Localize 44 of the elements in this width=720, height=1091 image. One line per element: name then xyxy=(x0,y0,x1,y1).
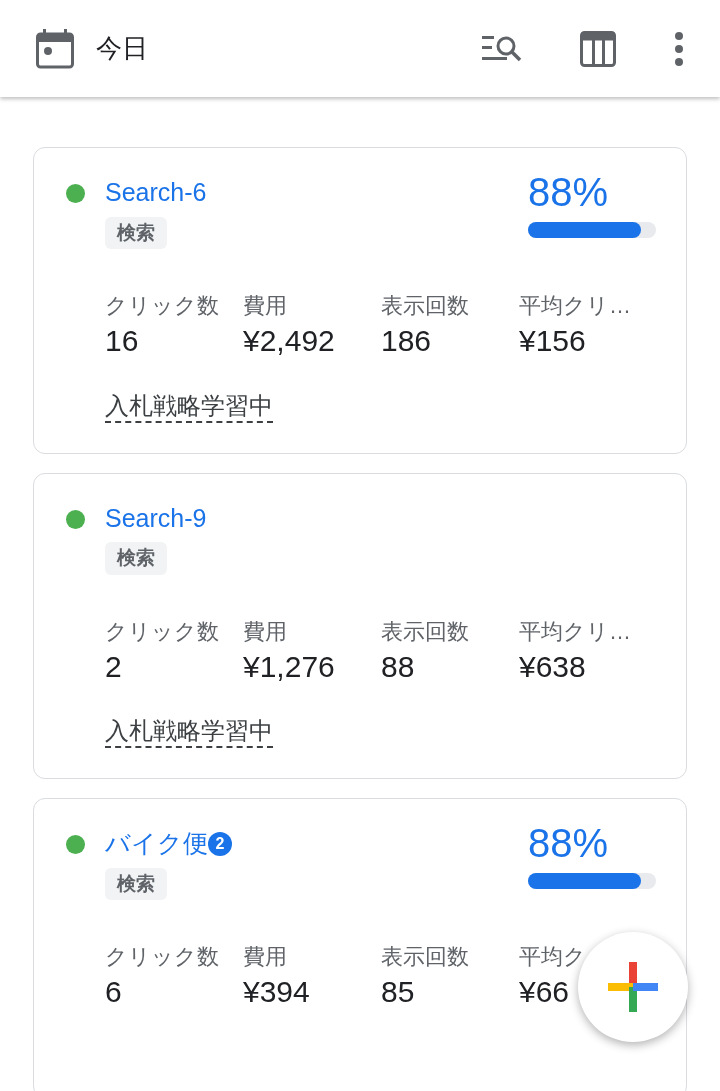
calendar-icon[interactable] xyxy=(36,28,74,69)
plus-icon xyxy=(608,962,658,1012)
metric-label: 平均ク xyxy=(519,943,586,972)
type-tag: 検索 xyxy=(105,867,167,901)
campaign-card[interactable]: バイク便 2 検索 88% クリック数 6 費用 ¥394 表示回数 85 平均ク ¥66 xyxy=(33,798,687,1091)
campaign-name[interactable]: Search-6 xyxy=(105,178,207,206)
metric-value: 85 xyxy=(381,974,415,1011)
metric-value: 2 xyxy=(105,648,122,685)
metric-value: 88 xyxy=(381,648,415,685)
header-title: 今日 xyxy=(96,32,148,65)
metric-label: 平均クリ… xyxy=(519,617,631,646)
metric-label: クリック数 xyxy=(105,617,219,646)
optimization-score: 88% xyxy=(528,169,610,216)
metric-value: 6 xyxy=(105,974,122,1011)
metric-value: 16 xyxy=(105,323,139,359)
metric-label: 費用 xyxy=(243,943,287,972)
metric-label: 表示回数 xyxy=(381,943,469,972)
metric-label: クリック数 xyxy=(105,292,219,320)
type-tag: 検索 xyxy=(105,216,167,249)
type-tag: 検索 xyxy=(105,542,167,575)
campaign-name[interactable]: Search-9 xyxy=(105,503,207,532)
bid-strategy-status[interactable]: 入札戦略学習中 xyxy=(105,715,273,749)
metric-label: 表示回数 xyxy=(381,617,469,646)
bid-strategy-status[interactable]: 入札戦略学習中 xyxy=(105,389,273,423)
campaign-card[interactable]: Search-9 検索 クリック数 2 費用 ¥1,276 表示回数 88 平均クリ… ¥638 入札戦略学習中 xyxy=(33,472,687,780)
metric-value: ¥2,492 xyxy=(243,323,335,359)
campaign-name[interactable]: バイク便 xyxy=(105,829,208,858)
count-badge: 2 xyxy=(208,832,232,857)
metric-label: クリック数 xyxy=(105,943,219,972)
table-icon[interactable] xyxy=(580,30,616,67)
metric-value: ¥638 xyxy=(519,648,586,685)
metric-label: 平均クリ… xyxy=(519,292,631,320)
campaign-card[interactable]: Search-6 検索 88% クリック数 16 費用 ¥2,492 表示回数 186 平均クリ… ¥156 入札戦略学習中 xyxy=(33,147,687,454)
metric-label: 費用 xyxy=(243,617,287,646)
metric-label: 費用 xyxy=(243,292,287,320)
more-icon[interactable] xyxy=(674,31,684,66)
metric-label: 表示回数 xyxy=(381,292,469,320)
optimization-score: 88% xyxy=(528,820,610,868)
search-icon[interactable] xyxy=(482,34,522,63)
metric-value: ¥156 xyxy=(519,323,586,359)
metric-value: ¥394 xyxy=(243,974,310,1011)
metric-value: ¥1,276 xyxy=(243,648,335,685)
metric-value: 186 xyxy=(381,323,432,359)
metric-value: ¥66 xyxy=(519,974,570,1011)
